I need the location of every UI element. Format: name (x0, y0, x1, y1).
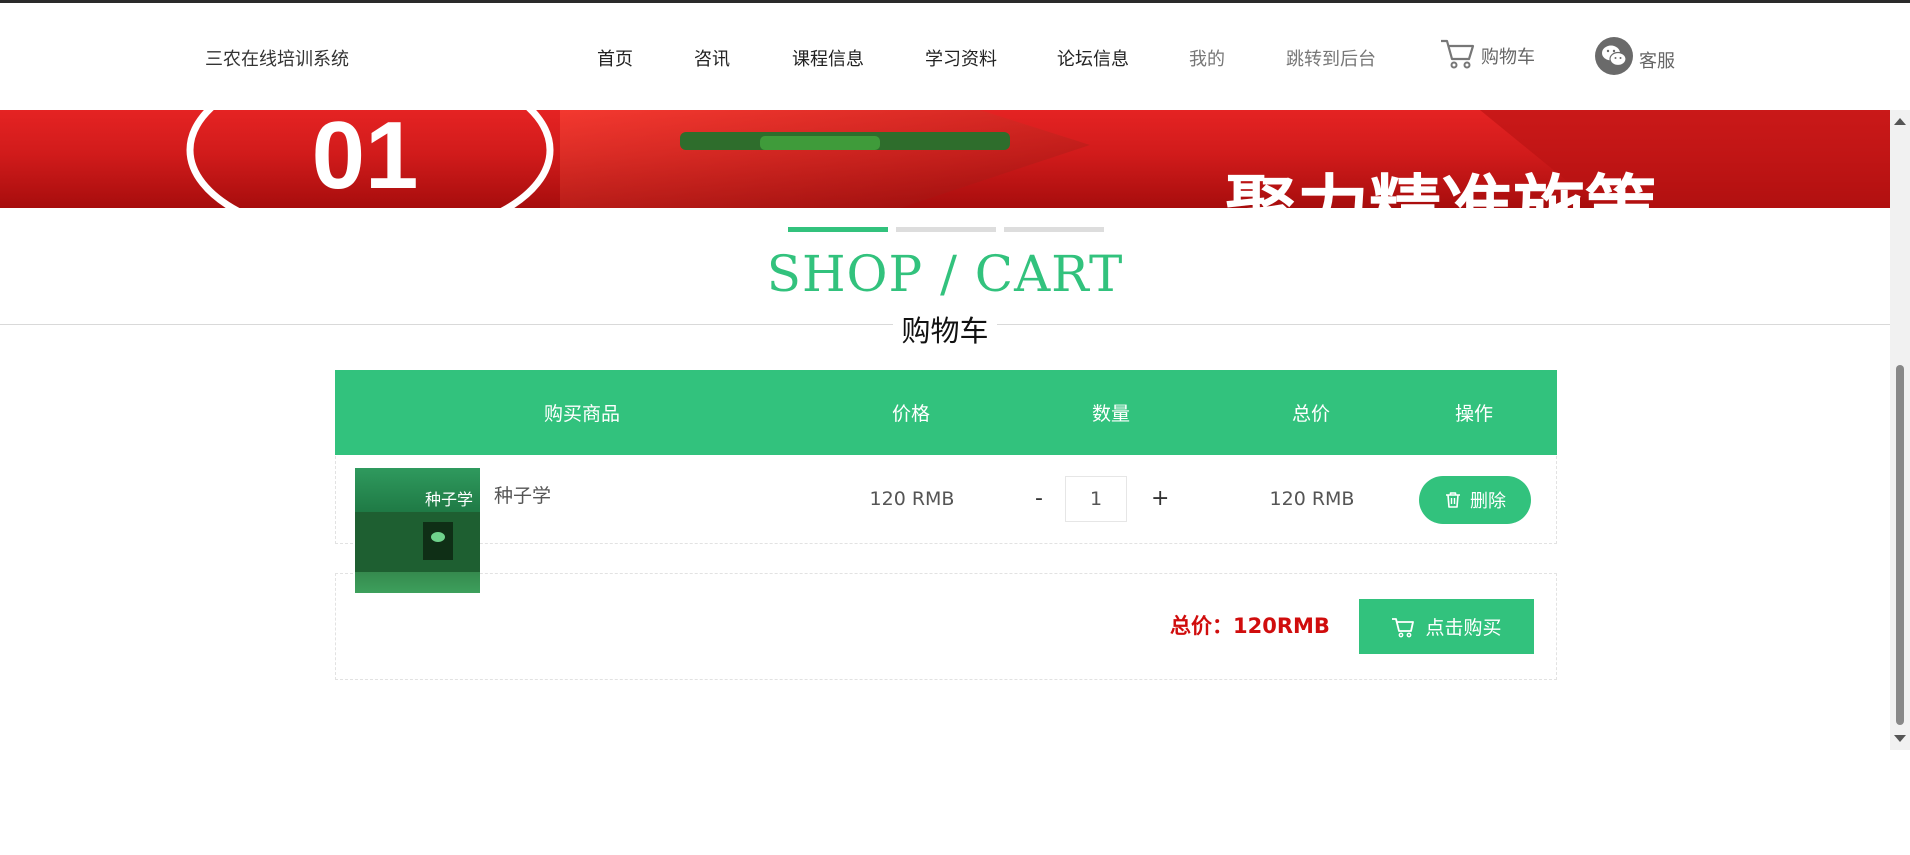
site-brand[interactable]: 三农在线培训系统 (205, 45, 349, 71)
nav-home[interactable]: 首页 (597, 45, 633, 71)
quantity-increase-button[interactable]: + (1151, 486, 1169, 511)
product-cover-title: 种子学 (425, 490, 474, 509)
buy-label: 点击购买 (1425, 617, 1502, 639)
scroll-thumb[interactable] (1896, 365, 1904, 725)
product-thumbnail[interactable]: 种子学 (355, 468, 480, 593)
banner-graphic: 01 聚力精准施策 (186, 110, 1890, 208)
product-name[interactable]: 种子学 (494, 481, 551, 508)
header-quantity: 数量 (1091, 403, 1131, 425)
banner-number: 01 (312, 110, 419, 208)
product-price: 120 RMB (869, 488, 955, 510)
nav-forum[interactable]: 论坛信息 (1057, 45, 1129, 71)
nav-news[interactable]: 咨讯 (694, 45, 730, 71)
cart-grand-total: 总价：120RMB (1170, 614, 1330, 638)
carousel-indicator-3[interactable] (1004, 227, 1104, 232)
table-row: 种子学 种子学 120 RMB - + 120 RMB 删除 (335, 456, 1557, 593)
scroll-down-arrow-icon[interactable] (1894, 735, 1906, 742)
nav-mine[interactable]: 我的 (1189, 45, 1225, 71)
header-total: 总价 (1291, 403, 1331, 425)
cart-label: 购物车 (1481, 47, 1535, 68)
cart-table-header: 购买商品 价格 数量 总价 操作 (335, 370, 1557, 455)
nav-materials[interactable]: 学习资料 (925, 45, 997, 71)
trash-icon (1446, 492, 1460, 508)
nav-cart[interactable]: 购物车 (1439, 37, 1535, 71)
quantity-input[interactable] (1065, 476, 1127, 522)
scroll-up-arrow-icon[interactable] (1894, 118, 1906, 125)
section-subtitle: 购物车 (893, 314, 997, 348)
quantity-decrease-button[interactable]: - (1035, 486, 1043, 511)
nav-courses[interactable]: 课程信息 (792, 45, 864, 71)
header-price: 价格 (891, 403, 931, 425)
site-header: 三农在线培训系统 首页 咨讯 课程信息 学习资料 论坛信息 我的 跳转到后台 购… (0, 3, 1910, 110)
header-product: 购买商品 (543, 403, 621, 425)
banner-slogan: 聚力精准施策 (1224, 167, 1657, 208)
carousel-indicator-1[interactable] (788, 227, 888, 232)
hero-banner: 01 聚力精准施策 (0, 110, 1890, 208)
delete-button[interactable]: 删除 (1419, 476, 1531, 524)
row-total: 120 RMB (1269, 488, 1355, 510)
wechat-icon (1595, 37, 1633, 75)
delete-label: 删除 (1470, 491, 1506, 512)
cart-icon (1441, 39, 1475, 69)
cart-summary: 总价：120RMB 点击购买 (335, 573, 1557, 680)
section-title: SHOP / CART (766, 245, 1124, 303)
buy-button[interactable]: 点击购买 (1359, 599, 1534, 654)
nav-admin[interactable]: 跳转到后台 (1286, 45, 1376, 71)
page-scrollbar[interactable] (1890, 110, 1910, 750)
cart-icon (1392, 617, 1415, 637)
section-subtitle-wrap: 购物车 (0, 308, 1890, 350)
service-label: 客服 (1639, 51, 1675, 72)
nav-service[interactable]: 客服 (1595, 37, 1675, 75)
carousel-indicator-2[interactable] (896, 227, 996, 232)
header-action: 操作 (1454, 403, 1494, 425)
